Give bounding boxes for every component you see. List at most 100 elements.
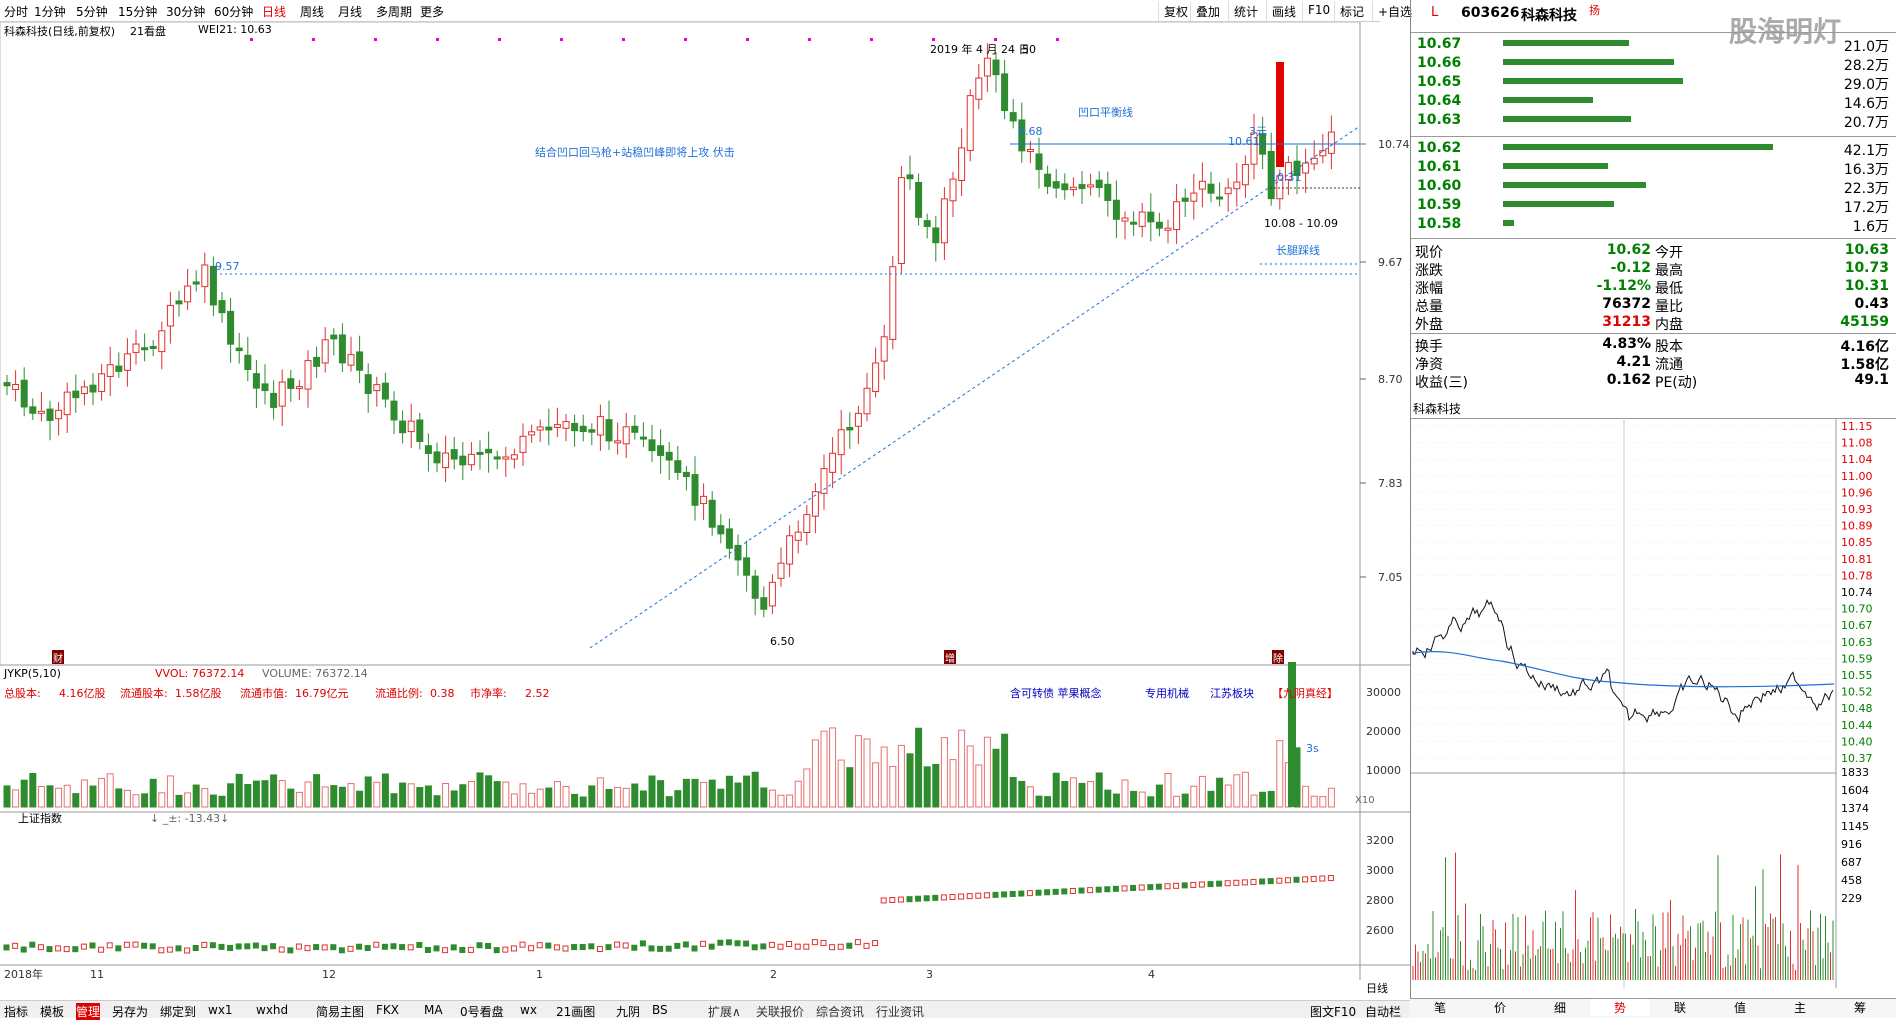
bottom-tab2-1[interactable]: 关联报价 [756, 1003, 804, 1020]
concept-tag[interactable]: 江苏板块 [1210, 686, 1254, 700]
index-candle [700, 940, 707, 947]
date-annotation: 2019 年 4 月 24 日 [930, 42, 1029, 56]
volume-value: VOLUME: 76372.14 [262, 667, 368, 680]
bottom-tab-13[interactable]: 九阴 [616, 1003, 640, 1020]
volume-bar [218, 795, 226, 808]
period-0[interactable]: 分时 [4, 3, 28, 20]
tool-button-1[interactable]: 叠加 [1190, 1, 1225, 21]
bottom-tab-10[interactable]: 0号看盘 [460, 1003, 504, 1020]
bottom-tab2-3[interactable]: 行业资讯 [876, 1003, 924, 1020]
candle-body [3, 382, 11, 387]
bottom-tab-12[interactable]: 21画图 [556, 1003, 595, 1020]
candle-body [940, 198, 948, 244]
mini-vol-label: 687 [1841, 856, 1862, 869]
volume-bar [1190, 785, 1198, 808]
tool-button-3[interactable]: 画线 [1266, 1, 1301, 21]
bid-row[interactable]: 10.61 16.3万 [1411, 159, 1896, 178]
quote-tab-6[interactable]: 主 [1770, 999, 1830, 1016]
candle-body [390, 400, 398, 421]
quote-tab-1[interactable]: 价 [1470, 999, 1530, 1016]
index-candle [820, 939, 827, 946]
bottom-right-1[interactable]: 自动栏 [1365, 1003, 1401, 1020]
tool-button-5[interactable]: 标记 [1334, 1, 1369, 21]
concept-tag[interactable]: 含可转债 苹果概念 [1010, 686, 1102, 700]
candle-body [571, 422, 579, 432]
bottom-tab-8[interactable]: FKX [376, 1003, 399, 1017]
ask-row[interactable]: 10.66 28.2万 [1411, 55, 1896, 74]
tool-button-0[interactable]: 复权 [1158, 1, 1193, 21]
quote-tag: 扬 [1589, 4, 1600, 17]
period-4[interactable]: 30分钟 [166, 3, 205, 20]
bid-row[interactable]: 10.59 17.2万 [1411, 197, 1896, 216]
quote-tab-7[interactable]: 筹 [1830, 999, 1890, 1016]
volume-bar [261, 780, 269, 808]
volume-bar [837, 759, 845, 808]
index-candle [596, 946, 603, 953]
bottom-tab-2[interactable]: 管理 [76, 1003, 101, 1020]
candle-body [992, 59, 1000, 76]
bottom-tab-3[interactable]: 另存为 [112, 1003, 148, 1020]
bid-bar [1503, 220, 1514, 226]
bottom-tab-7[interactable]: 简易主图 [316, 1003, 364, 1020]
bottom-tab-5[interactable]: wx1 [208, 1003, 233, 1017]
candle-body [1327, 131, 1335, 154]
period-5[interactable]: 60分钟 [214, 3, 253, 20]
volume-bar [966, 745, 974, 808]
bid-row[interactable]: 10.62 42.1万 [1411, 140, 1896, 159]
candle-body [356, 351, 364, 371]
index-candle [1147, 884, 1154, 891]
bottom-tab-6[interactable]: wxhd [256, 1003, 288, 1017]
candle-body [579, 425, 587, 433]
intraday-chart[interactable]: 11.15 11.08 11.04 11.00 10.96 10.93 10.89 10.85… [1411, 418, 1896, 988]
candle-body [381, 382, 389, 400]
bottom-tab-4[interactable]: 绑定到 [160, 1003, 196, 1020]
concept-tag[interactable]: 专用机械 [1145, 686, 1189, 700]
tool-button-2[interactable]: 统计 [1228, 1, 1263, 21]
avatar-label[interactable]: 21看盘 [130, 23, 166, 39]
quote-tab-0[interactable]: 笔 [1410, 999, 1470, 1016]
period-3[interactable]: 15分钟 [118, 3, 157, 20]
mini-axis-label: 10.89 [1841, 520, 1873, 533]
period-6[interactable]: 日线 [262, 3, 286, 20]
volume-bar [897, 744, 905, 808]
ask-row[interactable]: 10.63 20.7万 [1411, 112, 1896, 131]
index-candle [786, 941, 793, 948]
bottom-tab-14[interactable]: BS [652, 1003, 668, 1017]
quote-tab-5[interactable]: 值 [1710, 999, 1770, 1016]
ask-volume: 20.7万 [1843, 115, 1889, 131]
period-10[interactable]: 更多 [420, 3, 444, 20]
candle-body [106, 364, 114, 377]
candle-body [287, 378, 295, 389]
tool-button-4[interactable]: F10 [1302, 1, 1335, 21]
volume-bar [571, 793, 579, 808]
bid-row[interactable]: 10.60 22.3万 [1411, 178, 1896, 197]
main-chart[interactable]: 10.74 9.67 8.70 7.83 7.05 2019 年 4 月 24 日50 0.… [0, 22, 1410, 1002]
ask-row[interactable]: 10.65 29.0万 [1411, 74, 1896, 93]
bottom-tab2-2[interactable]: 综合资讯 [816, 1003, 864, 1020]
volume-bar [364, 776, 372, 808]
bottom-tab-11[interactable]: wx [520, 1003, 537, 1017]
strategy-badge[interactable]: 【九阴真经】 [1272, 686, 1338, 700]
period-9[interactable]: 多周期 [376, 3, 412, 20]
bid-row[interactable]: 10.58 1.6万 [1411, 216, 1896, 235]
quote-tab-4[interactable]: 联 [1650, 999, 1710, 1016]
quote-tab-2[interactable]: 细 [1530, 999, 1590, 1016]
bottom-right-0[interactable]: 图文F10 [1310, 1003, 1356, 1020]
period-8[interactable]: 月线 [338, 3, 362, 20]
ask-row[interactable]: 10.67 21.0万 [1411, 36, 1896, 55]
index-candle [743, 940, 750, 947]
bottom-tab-0[interactable]: 指标 [4, 1003, 28, 1020]
period-1[interactable]: 1分钟 [34, 3, 66, 20]
bottom-tab2-0[interactable]: 扩展∧ [708, 1003, 741, 1020]
period-7[interactable]: 周线 [300, 3, 324, 20]
period-2[interactable]: 5分钟 [76, 3, 108, 20]
quote-tab-3[interactable]: 势 [1590, 999, 1650, 1016]
candle-body [278, 381, 286, 407]
bottom-tab-9[interactable]: MA [424, 1003, 443, 1017]
ask-row[interactable]: 10.64 14.6万 [1411, 93, 1896, 112]
bottom-tab-1[interactable]: 模板 [40, 1003, 64, 1020]
volume-bar [734, 782, 742, 808]
quote-flag: L [1431, 5, 1439, 20]
volume-bar [553, 781, 561, 808]
index-candle [1250, 878, 1257, 885]
